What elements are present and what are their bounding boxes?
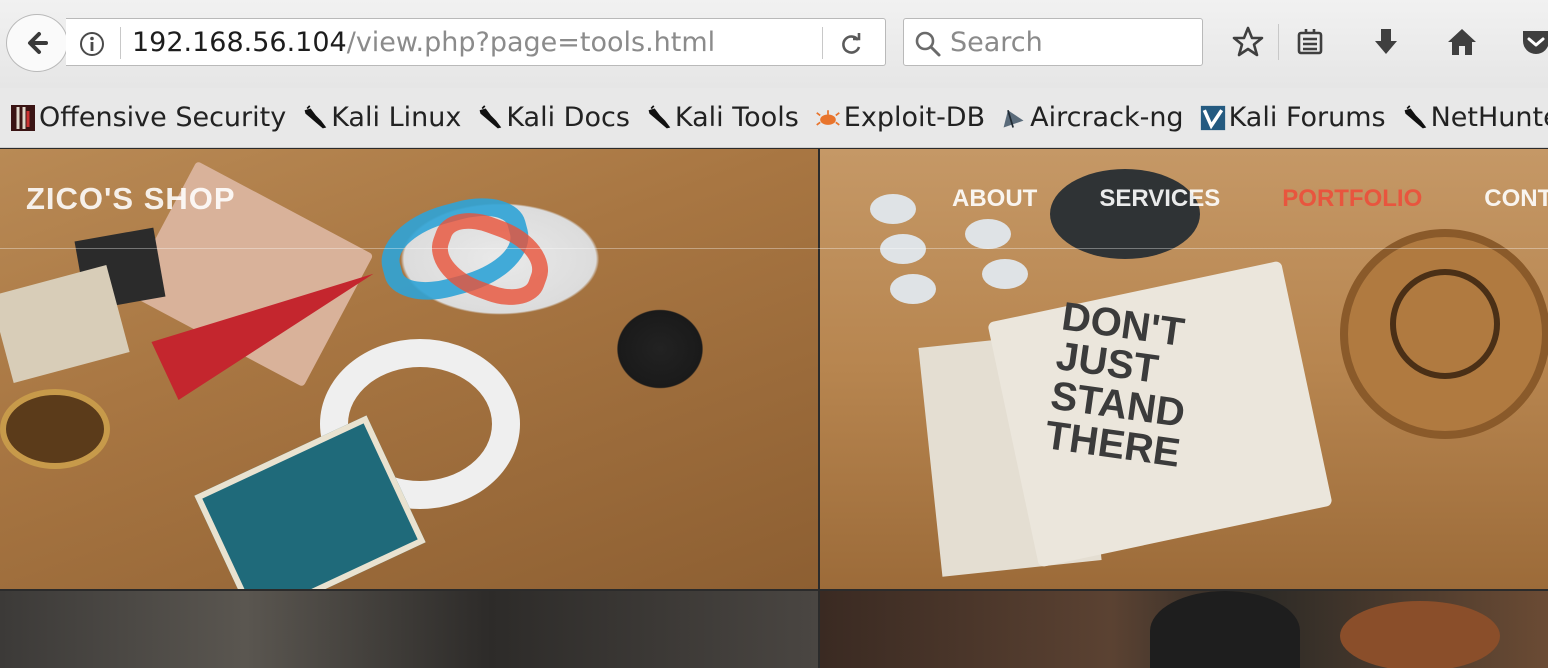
site-logo[interactable]: ZICO'S SHOP xyxy=(26,181,236,217)
home-button[interactable] xyxy=(1442,22,1482,62)
bookmarks-toolbar: Offensive Security Kali Linux Kali Docs … xyxy=(0,88,1548,148)
nav-contact[interactable]: CONTACT xyxy=(1484,185,1548,213)
bowl-shape xyxy=(1340,601,1500,668)
site-header: ZICO'S SHOP ABOUT SERVICES PORTFOLIO CON… xyxy=(0,149,1548,249)
url-path: /view.php?page=tools.html xyxy=(346,27,716,58)
reload-icon[interactable] xyxy=(838,31,864,57)
aircrack-icon xyxy=(1001,103,1027,133)
bookmark-label: Kali Forums xyxy=(1228,102,1386,133)
bookmark-kali-docs[interactable]: Kali Docs xyxy=(477,88,636,147)
kali-dragon-icon xyxy=(477,103,503,133)
web-page: DON'T JUST STAND THERE ZICO'S SHOP ABOUT… xyxy=(0,149,1548,668)
bookmark-label: NetHunter xyxy=(1430,102,1548,133)
pocket-button[interactable] xyxy=(1516,22,1548,62)
nav-services[interactable]: SERVICES xyxy=(1099,185,1220,213)
search-bar[interactable] xyxy=(903,18,1203,66)
button-shape xyxy=(890,274,936,304)
kali-dragon-icon xyxy=(646,103,672,133)
download-arrow-icon xyxy=(1375,29,1397,54)
url-divider xyxy=(822,27,823,59)
portfolio-image-camera[interactable] xyxy=(0,591,818,668)
url-host: 192.168.56.104 xyxy=(132,27,347,58)
info-icon[interactable] xyxy=(78,30,106,58)
nav-about[interactable]: ABOUT xyxy=(952,185,1037,213)
bookmark-label: Kali Linux xyxy=(331,102,462,133)
bookmark-kali-tools[interactable]: Kali Tools xyxy=(646,88,805,147)
coaster-ring-shape xyxy=(1390,269,1500,379)
bookmark-label: Kali Docs xyxy=(506,102,630,133)
bookmarks-menu-button[interactable] xyxy=(1290,22,1330,62)
bookmark-kali-linux[interactable]: Kali Linux xyxy=(302,88,467,147)
search-icon xyxy=(915,31,941,57)
toolbar-divider xyxy=(1278,24,1279,60)
badge-shape xyxy=(0,389,110,469)
button-shape xyxy=(982,259,1028,289)
offsec-icon xyxy=(10,103,36,133)
pocket-icon xyxy=(1523,31,1548,54)
home-icon xyxy=(1448,29,1476,55)
back-arrow-icon xyxy=(28,32,48,54)
bookmark-label: Kali Tools xyxy=(674,102,799,133)
search-input[interactable] xyxy=(950,24,1190,60)
downloads-button[interactable] xyxy=(1366,22,1406,62)
portfolio-image-kitchen[interactable] xyxy=(820,591,1548,668)
kali-dragon-icon xyxy=(1402,103,1428,133)
bookmark-label: Exploit-DB xyxy=(843,102,986,133)
mortar-shape xyxy=(1150,591,1300,668)
card-shape xyxy=(0,265,130,383)
notebook-cover-text: DON'T JUST STAND THERE xyxy=(1042,294,1188,476)
nav-portfolio[interactable]: PORTFOLIO xyxy=(1282,185,1422,213)
bookmark-aircrack-ng[interactable]: Aircrack-ng xyxy=(1001,88,1189,147)
url-bar[interactable]: 192.168.56.104/view.php?page=tools.html xyxy=(66,18,886,66)
bookmark-exploit-db[interactable]: Exploit-DB xyxy=(815,88,991,147)
kali-dragon-icon xyxy=(302,103,328,133)
site-nav: ABOUT SERVICES PORTFOLIO CONTACT xyxy=(952,185,1548,213)
bookmark-label: Offensive Security xyxy=(39,102,287,133)
url-divider xyxy=(120,27,121,59)
browser-navbar: 192.168.56.104/view.php?page=tools.html xyxy=(0,0,1548,88)
bookmark-offensive-security[interactable]: Offensive Security xyxy=(10,88,292,147)
url-text[interactable]: 192.168.56.104/view.php?page=tools.html xyxy=(132,28,715,58)
bookmark-nethunter[interactable]: NetHunter xyxy=(1402,88,1548,147)
back-button[interactable] xyxy=(6,14,68,72)
kali-forums-icon xyxy=(1200,103,1226,133)
bookmark-kali-forums[interactable]: Kali Forums xyxy=(1200,88,1392,147)
bookmarks-list-icon xyxy=(1297,29,1323,55)
bookmark-star-button[interactable] xyxy=(1228,22,1268,62)
star-icon xyxy=(1232,26,1264,57)
bookmark-label: Aircrack-ng xyxy=(1030,102,1184,133)
exploitdb-bug-icon xyxy=(815,103,841,133)
